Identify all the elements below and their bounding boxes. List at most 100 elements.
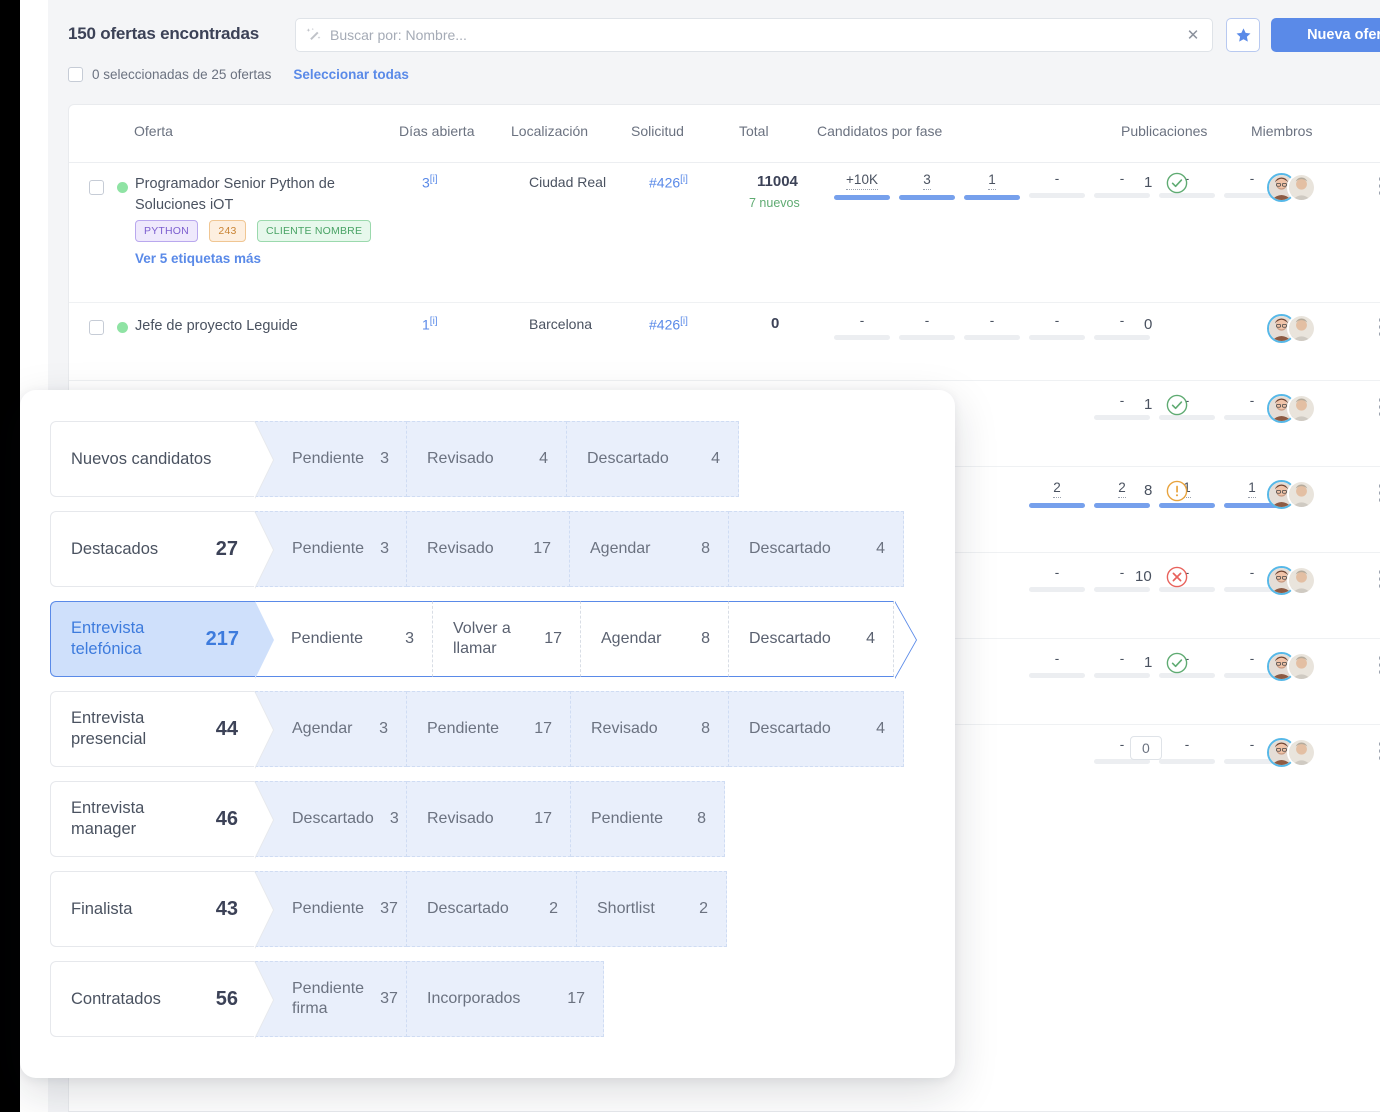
days-open-value: 1 [422,316,430,333]
phase-item[interactable]: +10K [834,171,890,200]
members-avatars[interactable]: +7 [1267,565,1338,596]
search-bar[interactable]: ✕ [295,18,1213,52]
more-tags-link[interactable]: Ver 5 etiquetas más [135,251,261,266]
stage-header[interactable]: Entrevista telefónica 217 [50,601,274,679]
phase-item[interactable]: - [1094,313,1150,340]
clear-search-icon[interactable]: ✕ [1184,26,1202,44]
avatar[interactable] [1287,314,1316,343]
days-info-icon[interactable]: [i] [430,316,438,327]
phase-item[interactable]: 2 [1029,479,1085,508]
stage-segment[interactable]: Volver a llamar 17 [433,601,581,677]
tag[interactable]: 243 [209,220,246,242]
th-candidatos: Candidatos por fase [817,123,943,139]
funnel-stage-row[interactable]: Entrevista manager 46 Descartado 3 Revisa… [50,781,916,857]
request-info-icon[interactable]: [i] [680,316,688,327]
phase-item[interactable]: - [834,313,890,340]
stage-segment[interactable]: Incorporados 17 [407,961,604,1037]
funnel-panel: Nuevos candidatos Pendiente 3 Revisado 4 D… [20,390,955,1078]
avatar[interactable] [1287,173,1316,202]
select-all-link[interactable]: Seleccionar todas [293,67,409,82]
funnel-stage-row[interactable]: Destacados 27 Pendiente 3 Revisado 17 Agen… [50,511,916,587]
row-checkbox[interactable] [89,180,104,195]
avatar[interactable] [1287,394,1316,423]
stage-header[interactable]: Entrevista manager 46 [50,781,255,857]
funnel-stage-row[interactable]: Nuevos candidatos Pendiente 3 Revisado 4 D… [50,421,916,497]
phase-item[interactable]: - [1094,393,1150,420]
stage-segment[interactable]: Pendiente 8 [571,781,725,857]
stage-segment[interactable]: Pendiente 3 [255,601,433,677]
stage-segment[interactable]: Shortlist 2 [577,871,727,947]
phase-item[interactable]: - [899,313,955,340]
funnel-stage-row[interactable]: Entrevista presencial 44 Agendar 3 Pendie… [50,691,916,767]
tag[interactable]: PYTHON [135,220,198,242]
members-avatars[interactable]: +7 [1267,479,1338,510]
stage-segment[interactable]: Pendiente firma 37 [255,961,407,1037]
stage-segment[interactable]: Revisado 17 [407,781,571,857]
request-link[interactable]: #426 [649,175,680,191]
stage-segment[interactable]: Revisado 4 [407,421,567,497]
stage-segment[interactable]: Descartado 4 [567,421,739,497]
phase-item[interactable]: - [1029,171,1085,200]
stage-header[interactable]: Entrevista presencial 44 [50,691,255,767]
table-row[interactable]: Jefe de proyecto Leguide 1[i] Barcelona … [69,303,1380,381]
stage-segment[interactable]: Pendiente 37 [255,871,407,947]
phase-item[interactable]: 2 [1094,479,1150,508]
search-input[interactable] [330,27,1184,43]
stage-segment[interactable]: Descartado 4 [729,601,894,677]
stage-header[interactable]: Nuevos candidatos [50,421,255,497]
phase-item[interactable]: 3 [899,171,955,200]
stage-segment[interactable]: Revisado 8 [571,691,729,767]
stage-header[interactable]: Finalista 43 [50,871,255,947]
select-all-checkbox[interactable] [68,67,83,82]
phase-item[interactable]: - [1094,171,1150,200]
offer-title[interactable]: Programador Senior Python de Soluciones … [135,174,370,216]
phase-item[interactable]: - [1029,651,1085,678]
stage-label: Finalista [71,899,133,918]
stage-segment[interactable]: Descartado 2 [407,871,577,947]
stage-segment[interactable]: Descartado 4 [729,691,904,767]
favorites-button[interactable] [1226,18,1260,52]
tag-list: PYTHON 243 CLIENTE NOMBRE [135,220,378,242]
members-avatars[interactable]: +7 [1267,393,1338,424]
members-avatars[interactable]: +7 [1267,172,1338,203]
funnel-stage-row[interactable]: Contratados 56 Pendiente firma 37 Incorpo… [50,961,916,1037]
stage-segment[interactable]: Agendar 8 [570,511,729,587]
phase-item[interactable]: - [1159,737,1215,764]
phase-item[interactable]: - [1029,565,1085,592]
stage-segment[interactable]: Revisado 17 [407,511,570,587]
new-offer-button[interactable]: Nueva oferta [1271,18,1380,52]
members-avatars[interactable]: +7 [1267,313,1338,344]
phase-item[interactable]: - [964,313,1020,340]
funnel-stage-row-selected[interactable]: Entrevista telefónica 217 Pendiente 3 Vol… [50,601,916,679]
row-checkbox[interactable] [89,320,104,335]
phase-item[interactable]: - [1094,651,1150,678]
phase-item[interactable]: 1 [964,171,1020,200]
members-avatars[interactable]: +7 [1267,737,1338,768]
stage-header[interactable]: Destacados 27 [50,511,255,587]
stage-segment[interactable]: Pendiente 3 [255,421,407,497]
funnel-stage-row[interactable]: Finalista 43 Pendiente 37 Descartado 2 Sho… [50,871,916,947]
offer-title[interactable]: Jefe de proyecto Leguide [135,316,298,337]
stage-segment[interactable]: Agendar 3 [255,691,407,767]
th-dias-abierta: Días abierta [399,123,475,139]
tag[interactable]: CLIENTE NOMBRE [257,220,372,242]
stage-label: Entrevista telefónica [71,619,145,658]
request-link[interactable]: #426 [649,317,680,333]
stage-segment[interactable]: Pendiente 3 [255,511,407,587]
stage-count: 43 [215,897,238,920]
stage-segment[interactable]: Agendar 8 [581,601,729,677]
avatar[interactable] [1287,566,1316,595]
table-row[interactable]: Programador Senior Python de Soluciones … [69,163,1380,303]
avatar[interactable] [1287,652,1316,681]
stage-header[interactable]: Contratados 56 [50,961,255,1037]
stage-segment[interactable]: Descartado 3 [255,781,407,857]
phase-item[interactable]: - [1029,313,1085,340]
stage-segment[interactable]: Pendiente 17 [407,691,571,767]
request-info-icon[interactable]: [i] [680,174,688,185]
avatar[interactable] [1287,738,1316,767]
members-avatars[interactable]: +7 [1267,651,1338,682]
avatar[interactable] [1287,480,1316,509]
days-info-icon[interactable]: [i] [430,174,438,185]
publications-zero-box[interactable]: 0 [1130,736,1162,760]
stage-segment[interactable]: Descartado 4 [729,511,904,587]
